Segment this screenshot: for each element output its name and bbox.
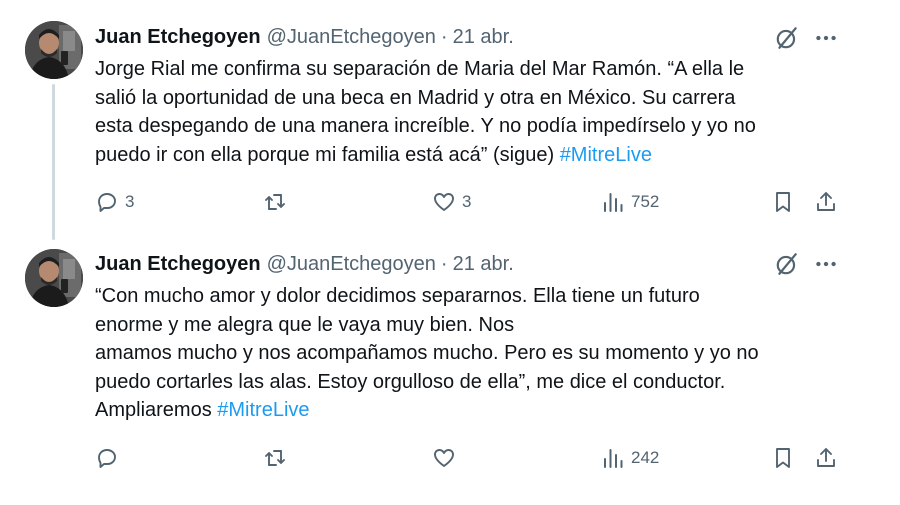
grok-icon[interactable] — [774, 251, 800, 277]
retweet-icon — [265, 194, 285, 210]
reply-button[interactable] — [95, 443, 125, 473]
like-icon — [434, 449, 454, 467]
reply-count: 3 — [125, 192, 135, 211]
tweet-text: Jorge Rial me confirma su separación de … — [95, 55, 835, 169]
grok-icon[interactable] — [774, 25, 800, 51]
views-icon — [604, 193, 623, 212]
separator: · — [440, 25, 448, 48]
tweet-text-line: salió la oportunidad de una beca en Madr… — [95, 86, 736, 109]
tweet-header: Juan Etchegoyen @JuanEtchegoyen · 21 abr… — [95, 252, 514, 276]
author-handle[interactable]: @JuanEtchegoyen — [267, 26, 436, 49]
hashtag-link[interactable]: #MitreLive — [560, 144, 652, 166]
author-name[interactable]: Juan Etchegoyen — [95, 253, 261, 276]
views-button[interactable]: 752 — [601, 187, 659, 217]
tweet-text-line: amamos mucho y nos acompañamos mucho. Pe… — [95, 342, 759, 365]
tweet-date[interactable]: 21 abr. — [453, 253, 514, 276]
share-button[interactable] — [814, 187, 838, 217]
retweet-button[interactable] — [263, 443, 293, 473]
avatar[interactable] — [25, 249, 83, 307]
tweet-header: Juan Etchegoyen @JuanEtchegoyen · 21 abr… — [95, 25, 514, 49]
reply-icon — [98, 193, 116, 212]
tweet-1[interactable]: Juan Etchegoyen @JuanEtchegoyen · 21 abr… — [0, 0, 900, 240]
action-bar: 242 — [0, 443, 900, 473]
like-button[interactable] — [432, 443, 462, 473]
tweet-text-line: “Con mucho amor y dolor decidimos separa… — [95, 285, 700, 307]
tweet-2[interactable]: Juan Etchegoyen @JuanEtchegoyen · 21 abr… — [0, 240, 900, 505]
more-icon[interactable] — [813, 25, 839, 51]
views-count: 242 — [631, 448, 660, 467]
bookmark-button[interactable] — [771, 187, 795, 217]
views-button[interactable]: 242 — [601, 443, 659, 473]
action-bar: 3 3 752 — [0, 187, 900, 217]
like-icon — [434, 193, 454, 211]
avatar-image — [25, 21, 83, 79]
views-icon — [604, 449, 623, 468]
author-handle[interactable]: @JuanEtchegoyen — [267, 253, 436, 276]
retweet-button[interactable] — [263, 187, 293, 217]
retweet-icon — [265, 450, 285, 466]
avatar-image — [25, 249, 83, 307]
like-count: 3 — [462, 192, 472, 211]
reply-button[interactable]: 3 — [95, 187, 134, 217]
more-icon[interactable] — [813, 251, 839, 277]
hashtag-link[interactable]: #MitreLive — [217, 399, 309, 421]
tweet-text: “Con mucho amor y dolor decidimos separa… — [95, 282, 835, 425]
tweet-date[interactable]: 21 abr. — [453, 26, 514, 49]
bookmark-button[interactable] — [771, 443, 795, 473]
tweet-text-line: Ampliaremos #MitreLive — [95, 396, 835, 425]
avatar[interactable] — [25, 21, 83, 79]
tweet-text-fragment: puedo ir con ella porque mi familia está… — [95, 143, 560, 166]
tweet-text-fragment: Ampliaremos — [95, 399, 218, 422]
like-button[interactable]: 3 — [432, 187, 471, 217]
separator: · — [440, 252, 448, 275]
views-count: 752 — [631, 192, 660, 211]
tweet-text-line: enorme y me alegra que le vaya muy bien.… — [95, 313, 515, 336]
tweet-text-line: puedo cortarles las alas. Estoy orgullos… — [95, 370, 726, 393]
tweet-text-line: Jorge Rial me confirma su separación de … — [95, 58, 745, 80]
share-icon — [817, 448, 835, 467]
share-button[interactable] — [814, 443, 838, 473]
bookmark-icon — [776, 192, 790, 212]
bookmark-icon — [776, 448, 790, 468]
reply-icon — [98, 449, 116, 468]
share-icon — [817, 192, 835, 211]
author-name[interactable]: Juan Etchegoyen — [95, 26, 261, 49]
tweet-text-line: puedo ir con ella porque mi familia está… — [95, 141, 835, 170]
tweet-text-line: esta despegando de una manera increíble.… — [95, 115, 756, 138]
